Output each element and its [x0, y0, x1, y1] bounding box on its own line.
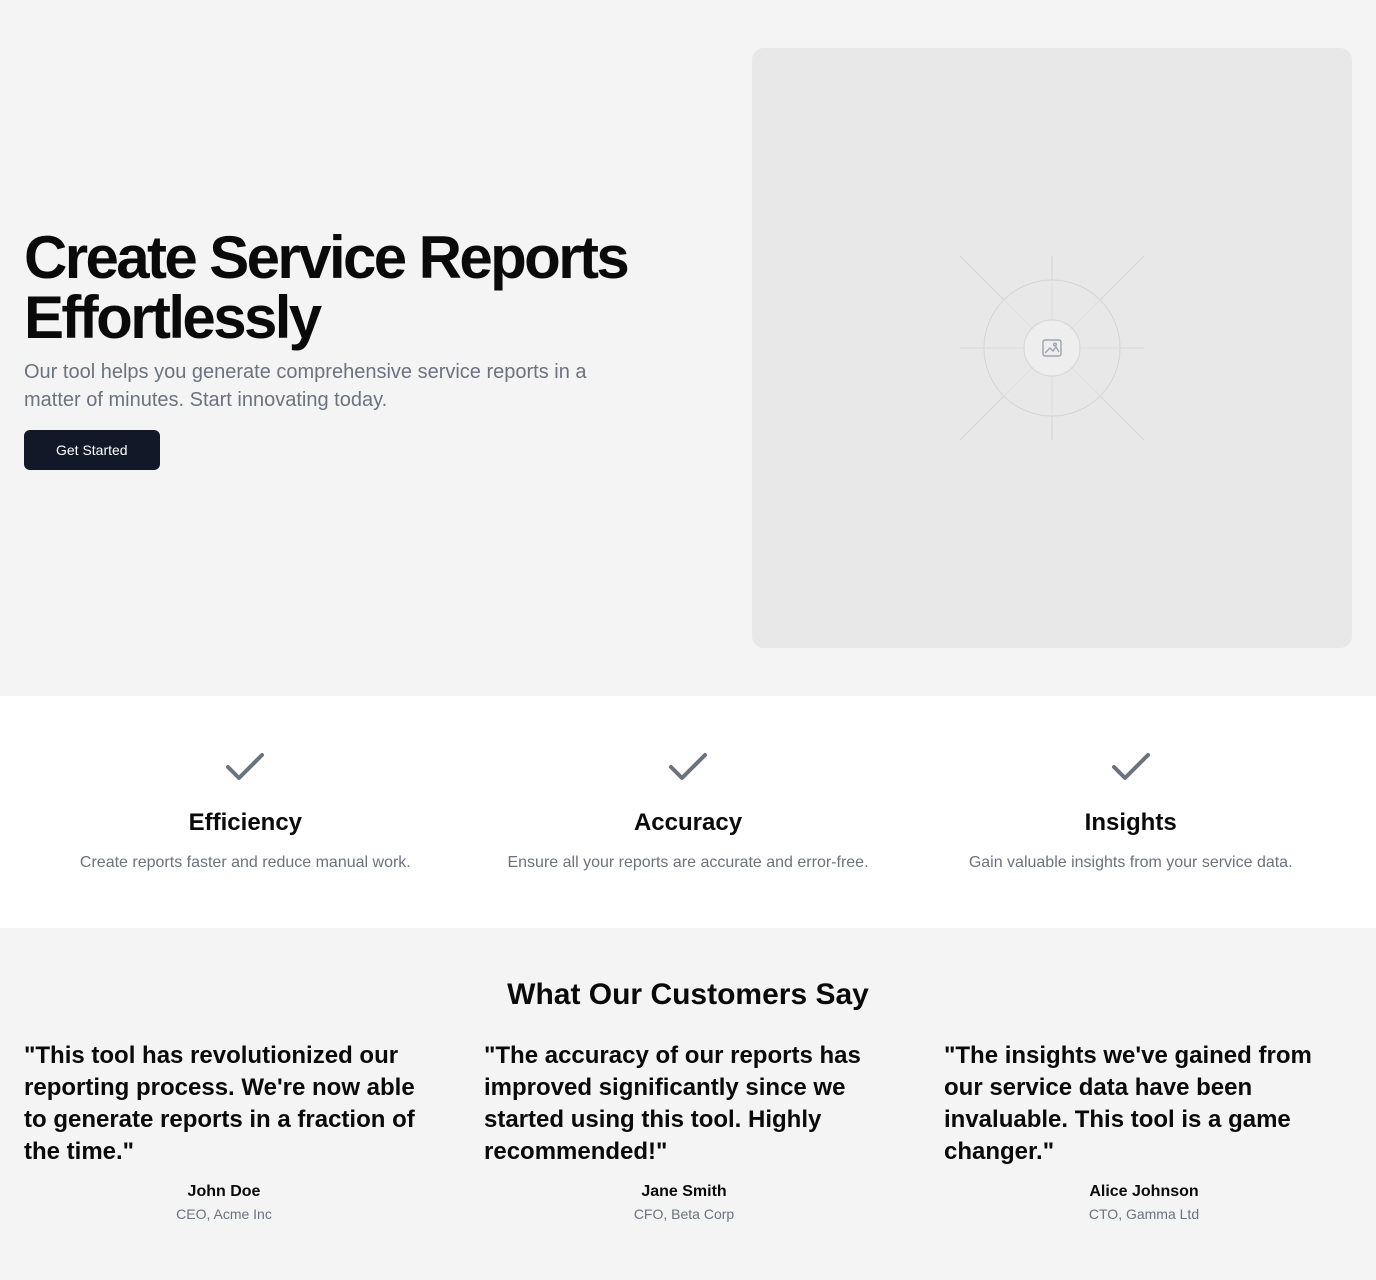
author-name: Jane Smith — [641, 1183, 727, 1200]
feature-description: Create reports faster and reduce manual … — [79, 854, 411, 871]
feature-insights: Insights Gain valuable insights from you… — [909, 696, 1352, 928]
hero-text: Create Service Reports Effortlessly Our … — [24, 228, 704, 470]
feature-title: Accuracy — [633, 809, 743, 836]
get-started-button[interactable]: Get Started — [24, 430, 160, 470]
features-section: Efficiency Create reports faster and red… — [0, 696, 1376, 928]
testimonial-quote: "This tool has revolutionized our report… — [24, 1042, 415, 1165]
testimonials-section: What Our Customers Say "This tool has re… — [0, 928, 1376, 1280]
testimonial-card: "The accuracy of our reports has improve… — [484, 1040, 884, 1224]
testimonial-card: "The insights we've gained from our serv… — [944, 1040, 1344, 1224]
author-name: Alice Johnson — [1089, 1183, 1199, 1200]
testimonial-author: Jane Smith CFO, Beta Corp — [484, 1180, 884, 1224]
hero-subtitle: Our tool helps you generate comprehensiv… — [24, 361, 587, 411]
hero-section: Create Service Reports Effortlessly Our … — [0, 0, 1376, 696]
author-role: CEO, Acme Inc — [176, 1206, 272, 1222]
feature-efficiency: Efficiency Create reports faster and red… — [24, 696, 467, 928]
author-role: CTO, Gamma Ltd — [1088, 1206, 1200, 1222]
testimonial-author: John Doe CEO, Acme Inc — [24, 1180, 424, 1224]
hero-image-placeholder — [752, 48, 1352, 648]
testimonials-title: What Our Customers Say — [507, 978, 869, 1011]
feature-accuracy: Accuracy Ensure all your reports are acc… — [467, 696, 910, 928]
hero-title: Create Service Reports Effortlessly — [24, 224, 630, 351]
feature-title: Insights — [1084, 809, 1177, 836]
testimonial-quote: "The insights we've gained from our serv… — [944, 1042, 1312, 1165]
author-name: John Doe — [187, 1183, 261, 1200]
feature-description: Ensure all your reports are accurate and… — [507, 854, 869, 871]
testimonial-card: "This tool has revolutionized our report… — [24, 1040, 424, 1224]
feature-description: Gain valuable insights from your service… — [968, 854, 1293, 871]
image-placeholder-icon — [960, 256, 1144, 440]
testimonial-author: Alice Johnson CTO, Gamma Ltd — [944, 1180, 1344, 1224]
testimonial-list: "This tool has revolutionized our report… — [24, 1040, 1352, 1224]
testimonial-quote: "The accuracy of our reports has improve… — [484, 1042, 861, 1165]
feature-title: Efficiency — [188, 809, 303, 836]
check-icon — [226, 753, 265, 780]
author-role: CFO, Beta Corp — [633, 1206, 735, 1222]
check-icon — [669, 753, 707, 780]
check-icon — [1111, 753, 1150, 780]
